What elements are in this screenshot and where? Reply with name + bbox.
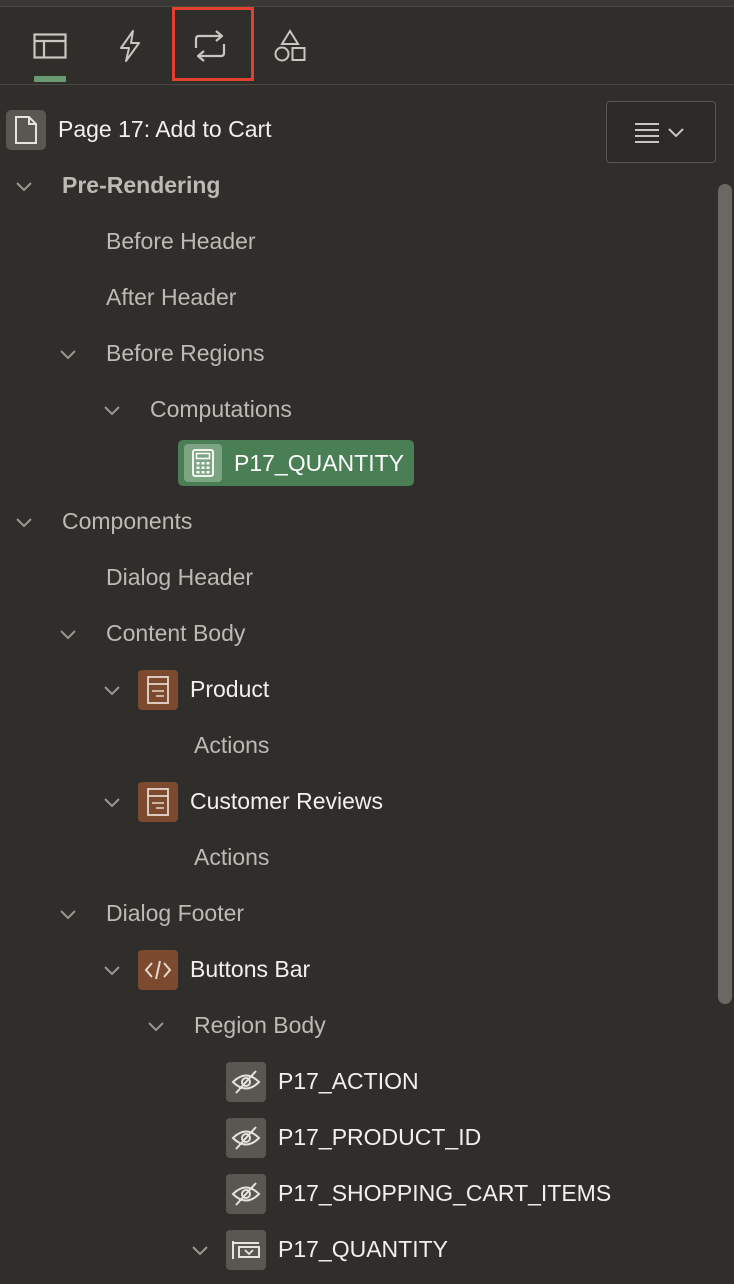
hidden-eye-icon [226, 1062, 266, 1102]
hidden-eye-icon [226, 1174, 266, 1214]
chevron-down-icon[interactable] [56, 902, 80, 926]
menu-lines-chevron-icon [635, 123, 684, 143]
tree-node-after-header[interactable]: After Header [0, 270, 716, 326]
chevron-down-icon[interactable] [144, 1014, 168, 1038]
tree-label: P17_ACTION [278, 1068, 419, 1094]
tree-label: Computations [150, 396, 292, 422]
toolbar-tabs [0, 6, 734, 85]
processing-tab-highlight [172, 7, 254, 81]
page-icon [6, 110, 46, 150]
code-icon [138, 950, 178, 990]
tree-node-product[interactable]: Product [0, 662, 716, 718]
chevron-down-icon[interactable] [56, 622, 80, 646]
tree-label: Content Body [106, 620, 246, 646]
active-tab-indicator [34, 76, 66, 82]
chevron-down-icon[interactable] [100, 398, 124, 422]
tree-node-buttons-bar[interactable]: Buttons Bar [0, 942, 716, 998]
tree-node-customer-reviews[interactable]: Customer Reviews [0, 774, 716, 830]
chevron-down-icon[interactable] [188, 1238, 212, 1262]
tree-node-before-regions[interactable]: Before Regions [0, 326, 716, 382]
chevron-down-icon[interactable] [12, 510, 36, 534]
tree-node-dialog-footer[interactable]: Dialog Footer [0, 886, 716, 942]
calculator-icon [184, 444, 222, 482]
tree-label: P17_QUANTITY [234, 450, 404, 476]
tree-node-item-quantity[interactable]: P17_QUANTITY [0, 1222, 716, 1278]
lightning-icon [120, 30, 140, 62]
tab-shared-components[interactable] [260, 18, 320, 74]
tree-label: Actions [194, 732, 270, 758]
chevron-down-icon[interactable] [100, 790, 124, 814]
tree-node-reviews-actions[interactable]: Actions [0, 830, 716, 886]
tree-node-components[interactable]: Components [0, 494, 716, 550]
tab-rendering[interactable] [20, 18, 80, 74]
tree-label: After Header [106, 284, 237, 310]
region-icon [138, 782, 178, 822]
tree-menu-button[interactable] [606, 101, 716, 163]
tree-label: Before Regions [106, 340, 265, 366]
tree-label: Actions [194, 844, 270, 870]
layout-icon [33, 33, 67, 59]
tree-node-product-actions[interactable]: Actions [0, 718, 716, 774]
tree-label: Product [190, 676, 270, 702]
tree-node-item-cart-items[interactable]: P17_SHOPPING_CART_ITEMS [0, 1166, 716, 1222]
tree-node-computations[interactable]: Computations [0, 382, 716, 438]
chevron-down-icon[interactable] [100, 678, 124, 702]
tree-node-dialog-header[interactable]: Dialog Header [0, 550, 716, 606]
tab-dynamic-actions[interactable] [100, 18, 160, 74]
tree-label: P17_PRODUCT_ID [278, 1124, 482, 1150]
tree-label: Before Header [106, 228, 256, 254]
page-title: Page 17: Add to Cart [58, 116, 272, 142]
select-list-icon [226, 1230, 266, 1270]
tree-label: Buttons Bar [190, 956, 311, 982]
tree-label: P17_QUANTITY [278, 1236, 448, 1262]
page-header-row[interactable]: Page 17: Add to Cart [0, 104, 600, 156]
scrollbar-thumb[interactable] [718, 184, 732, 1004]
tree-node-computation-quantity[interactable]: P17_QUANTITY [0, 438, 716, 494]
tree-label: Pre-Rendering [62, 172, 221, 198]
region-icon [138, 670, 178, 710]
tree-node-content-body[interactable]: Content Body [0, 606, 716, 662]
tree-node-pre-rendering[interactable]: Pre-Rendering [0, 158, 716, 214]
tree-label: Dialog Footer [106, 900, 245, 926]
tree-node-region-body[interactable]: Region Body [0, 998, 716, 1054]
chevron-down-icon[interactable] [12, 174, 36, 198]
tree-node-item-product-id[interactable]: P17_PRODUCT_ID [0, 1110, 716, 1166]
hidden-eye-icon [226, 1118, 266, 1158]
tree-label: P17_SHOPPING_CART_ITEMS [278, 1180, 612, 1206]
tree-label: Customer Reviews [190, 788, 383, 814]
tree-label: Region Body [194, 1012, 326, 1038]
shapes-icon [274, 29, 306, 62]
tree-label: Dialog Header [106, 564, 254, 590]
selected-tree-item[interactable]: P17_QUANTITY [178, 440, 414, 486]
tree-label: Components [62, 508, 193, 534]
chevron-down-icon[interactable] [100, 958, 124, 982]
chevron-down-icon[interactable] [56, 342, 80, 366]
tree-node-before-header[interactable]: Before Header [0, 214, 716, 270]
tree-node-item-action[interactable]: P17_ACTION [0, 1054, 716, 1110]
